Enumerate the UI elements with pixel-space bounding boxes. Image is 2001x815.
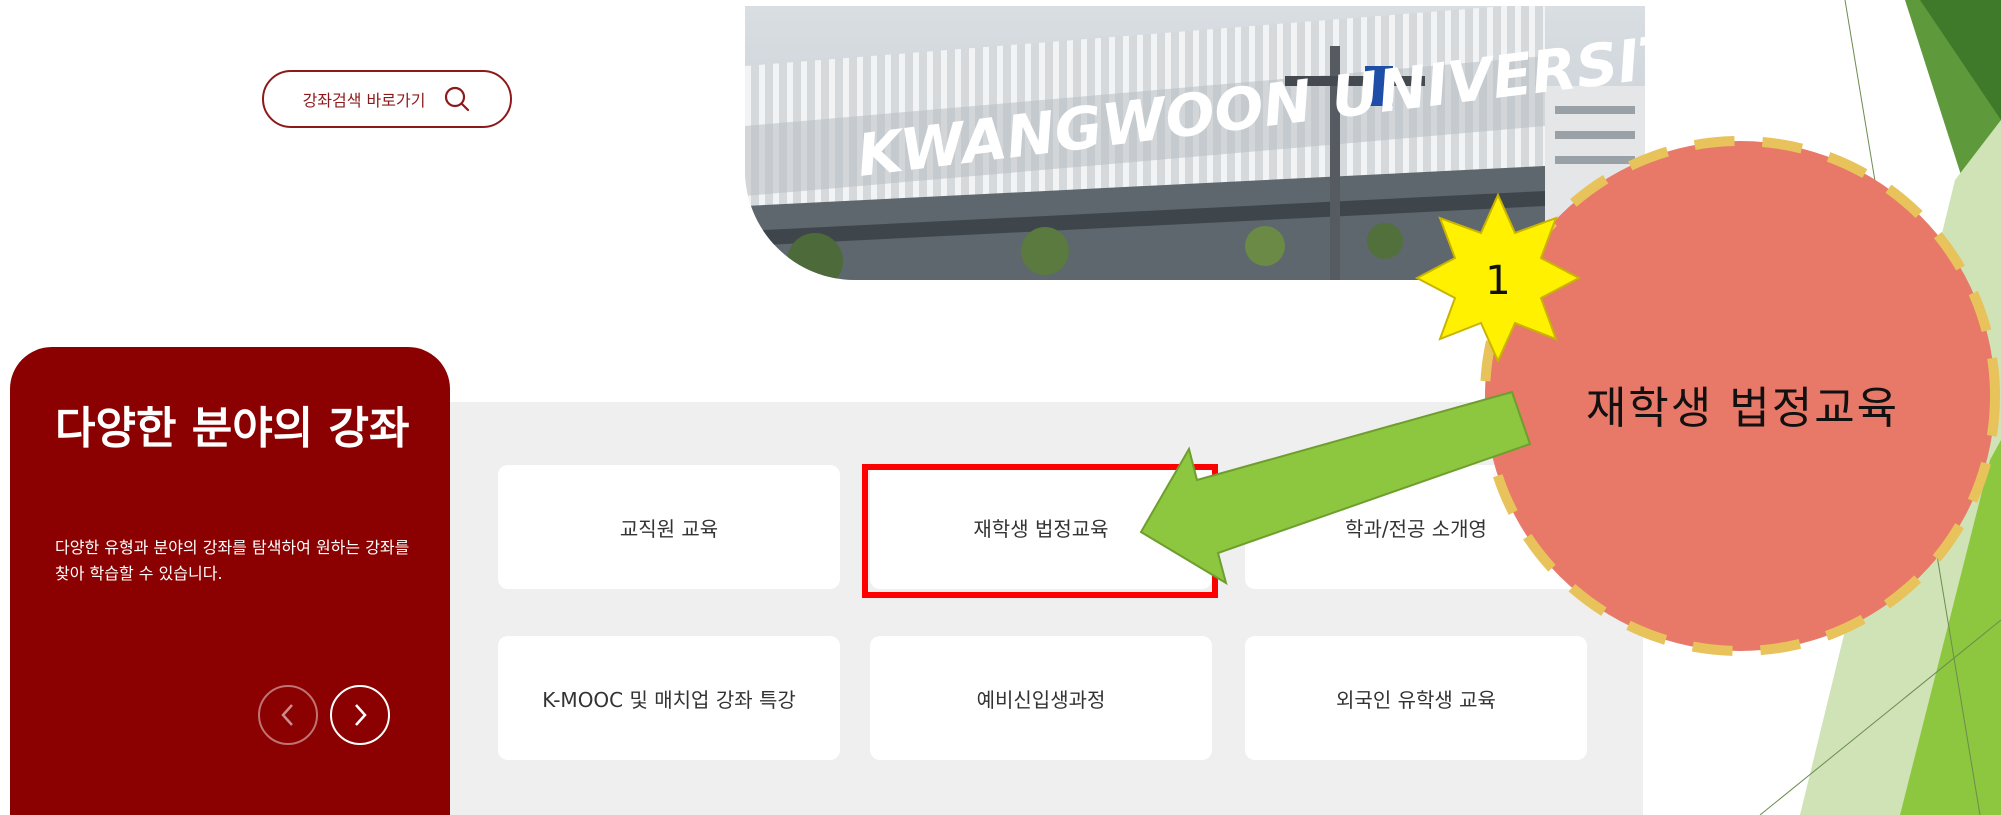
panel-title: 다양한 분야의 강좌 xyxy=(55,403,410,454)
panel-description: 다양한 유형과 분야의 강좌를 탐색하여 원하는 강좌를 찾아 학습할 수 있습… xyxy=(55,538,410,583)
decor-line xyxy=(1759,619,2001,815)
step-number: 1 xyxy=(1485,258,1511,304)
decor-triangle xyxy=(1905,0,2001,300)
chevron-left-icon xyxy=(281,704,293,726)
search-shortcut-label: 강좌검색 바로가기 xyxy=(302,91,426,110)
decor-triangle xyxy=(1920,0,2001,120)
course-card-label: 학과/전공 소개영 xyxy=(1345,516,1487,541)
course-card-label: 외국인 유학생 교육 xyxy=(1336,687,1496,712)
course-card-international[interactable]: 외국인 유학생 교육 xyxy=(1245,636,1587,760)
search-icon xyxy=(443,85,471,113)
decor-triangle xyxy=(1900,440,2001,815)
next-button[interactable] xyxy=(330,685,390,745)
course-card-label: 교직원 교육 xyxy=(619,516,719,541)
chevron-right-icon xyxy=(355,704,367,726)
prev-button[interactable] xyxy=(258,685,318,745)
course-card-staff[interactable]: 교직원 교육 xyxy=(498,465,840,589)
callout-label: 재학생 법정교육 xyxy=(1585,383,1900,434)
highlight-box xyxy=(862,464,1218,598)
course-card-label: K-MOOC 및 매치업 강좌 특강 xyxy=(542,687,796,712)
category-panel: 다양한 분야의 강좌 다양한 유형과 분야의 강좌를 탐색하여 원하는 강좌를 … xyxy=(10,347,450,815)
search-shortcut-button[interactable]: 강좌검색 바로가기 xyxy=(262,70,512,128)
course-card-major-intro[interactable]: 학과/전공 소개영 xyxy=(1245,465,1587,589)
campus-photo: KWANGWOON UNIVERSITY xyxy=(745,6,1645,280)
course-card-kmooc[interactable]: K-MOOC 및 매치업 강좌 특강 xyxy=(498,636,840,760)
course-card-prefreshman[interactable]: 예비신입생과정 xyxy=(870,636,1212,760)
decor-triangle xyxy=(1800,120,2001,815)
course-card-label: 예비신입생과정 xyxy=(976,687,1106,712)
